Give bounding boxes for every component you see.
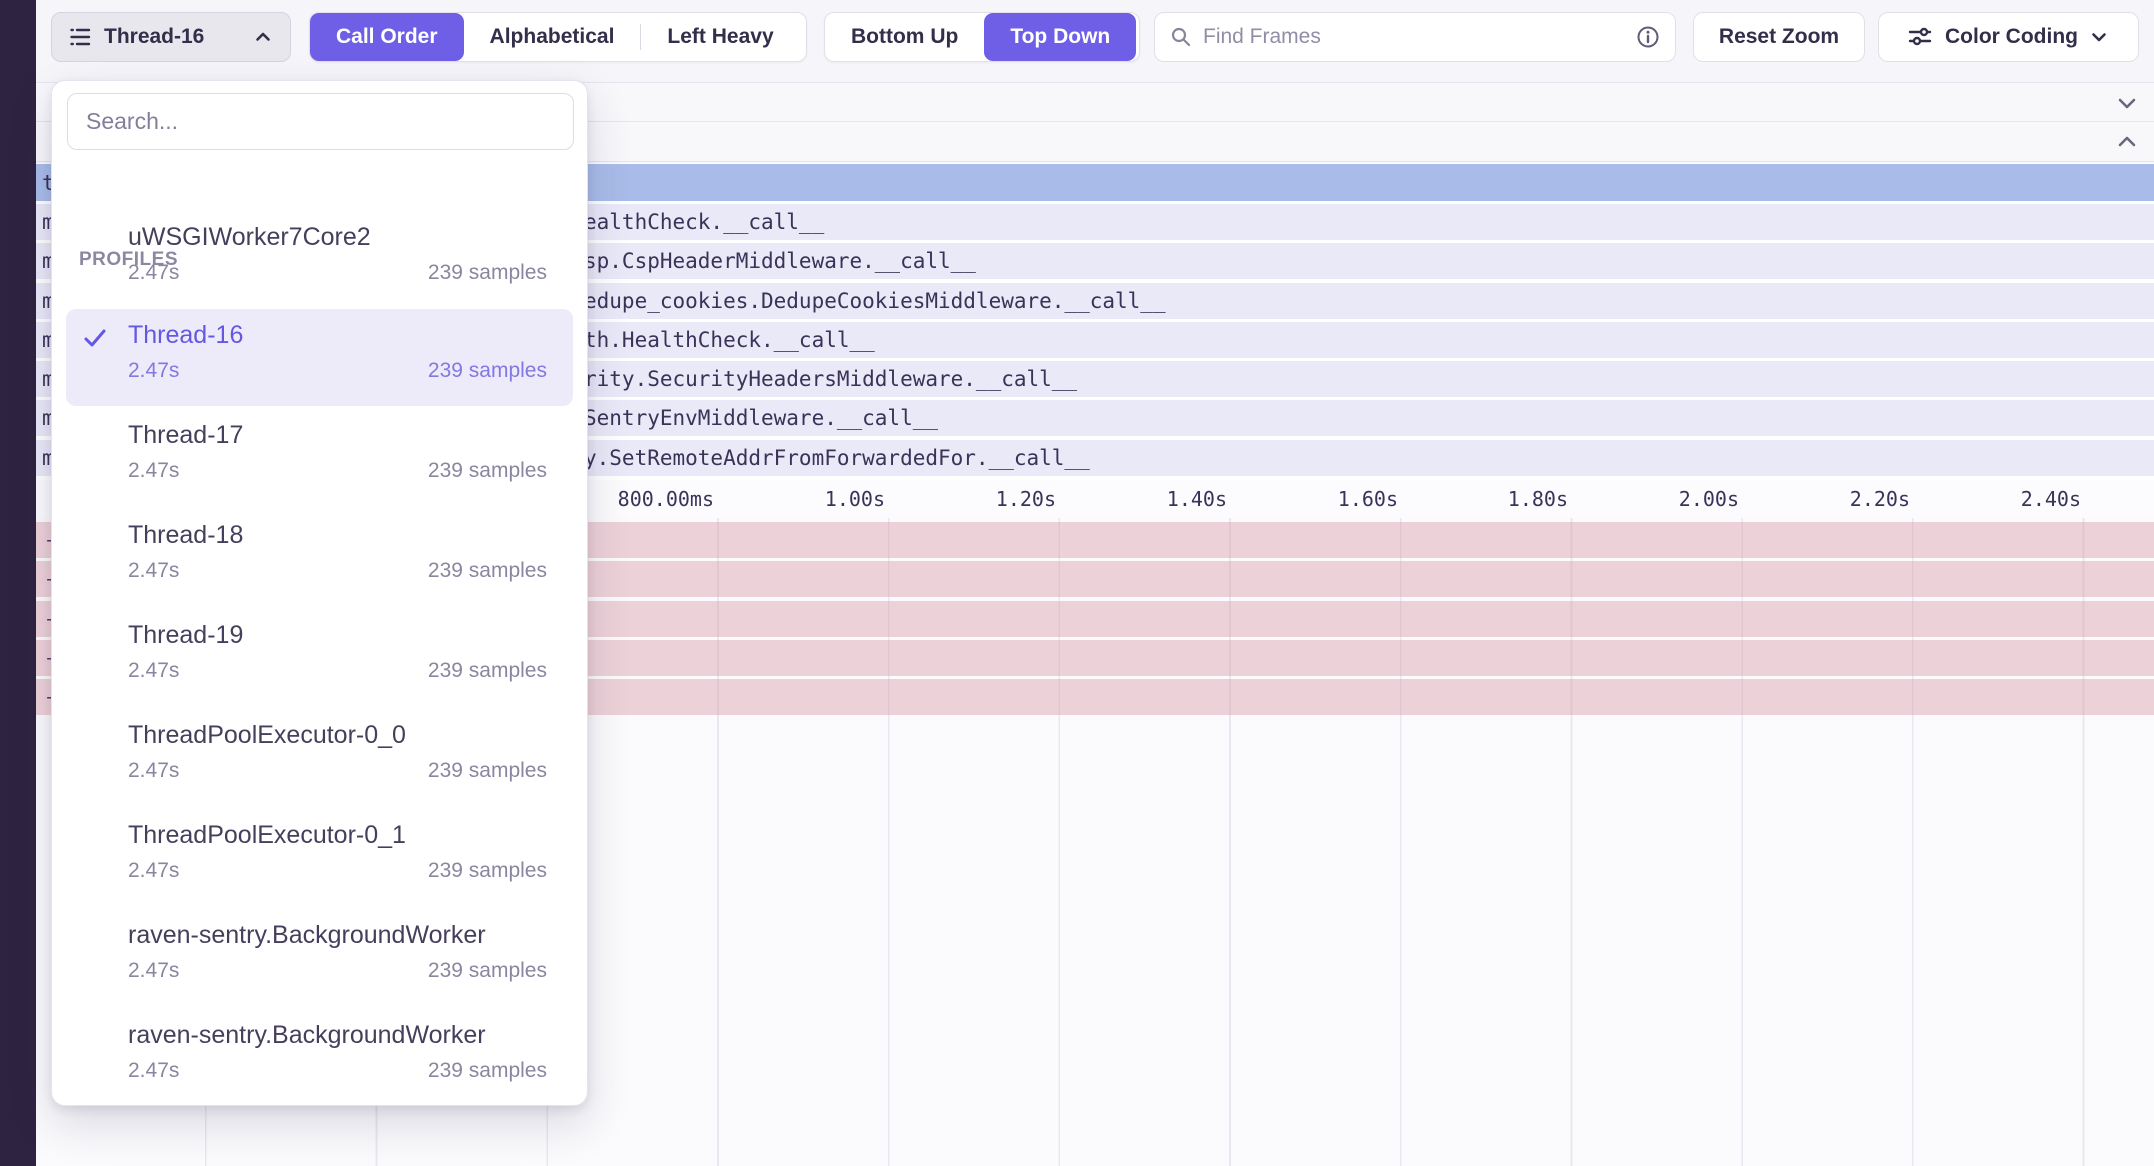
profile-item-threadpoolexecutor-0-1[interactable]: ThreadPoolExecutor-0_1 2.47s 239 samples [66,809,573,906]
profile-samples: 239 samples [428,559,547,583]
sort-alphabetical-button[interactable]: Alphabetical [464,13,641,61]
profile-duration: 2.47s [128,759,179,783]
direction-group: Bottom Up Top Down [824,12,1140,62]
chevron-up-icon [252,26,274,48]
profile-name: Thread-18 [128,521,243,550]
frame-label: th.HealthCheck.__call__ [584,328,875,352]
profile-item-uwsgiworker7core2[interactable]: uWSGIWorker7Core2 2.47s 239 samples [66,211,573,308]
color-coding-label: Color Coding [1945,25,2078,49]
thread-dropdown: PROFILES uWSGIWorker7Core22.47s239 sampl… [51,80,588,1106]
profile-duration: 2.47s [128,959,179,983]
find-frames-box [1154,12,1676,62]
axis-tick: 1.40s [1167,487,1227,511]
find-frames-input[interactable] [1203,25,1635,49]
profile-item-thread-18[interactable]: Thread-18 2.47s 239 samples [66,509,573,606]
direction-top-down-button[interactable]: Top Down [984,13,1136,61]
profile-item-thread-19[interactable]: Thread-19 2.47s 239 samples [66,609,573,706]
profile-name: raven-sentry.BackgroundWorker [128,1021,486,1050]
frame-label: rity.SecurityHeadersMiddleware.__call__ [584,367,1077,391]
profile-name: Thread-19 [128,621,243,650]
axis-tick: 800.00ms [618,487,714,511]
profile-name: ThreadPoolExecutor-0_1 [128,821,406,850]
chevron-down-icon[interactable] [2114,90,2140,116]
profile-duration: 2.47s [128,359,179,383]
sort-left-heavy-button[interactable]: Left Heavy [641,13,799,61]
sort-call-order-button[interactable]: Call Order [310,13,464,61]
axis-tick: 1.60s [1338,487,1398,511]
color-coding-button[interactable]: Color Coding [1878,12,2139,62]
axis-tick: 2.20s [1850,487,1910,511]
profile-samples: 239 samples [428,959,547,983]
profile-item-thread-16[interactable]: Thread-16 2.47s 239 samples [66,309,573,406]
direction-bottom-up-button[interactable]: Bottom Up [825,13,984,61]
profiler-app: tmealthCheck.__call__msp.CspHeaderMiddle… [0,0,2154,1166]
frame-label: edupe_cookies.DedupeCookiesMiddleware.__… [584,289,1166,313]
profile-name: uWSGIWorker7Core2 [128,223,371,252]
profile-item-thread-17[interactable]: Thread-17 2.47s 239 samples [66,409,573,506]
profile-duration: 2.47s [128,1059,179,1083]
axis-tick: 2.00s [1679,487,1739,511]
profile-duration: 2.47s [128,261,179,285]
frame-label: ealthCheck.__call__ [584,210,824,234]
profile-duration: 2.47s [128,659,179,683]
toolbar: Thread-16 Call Order Alphabetical Left H… [36,0,2154,82]
profile-item-raven-sentry-backgroundworker[interactable]: raven-sentry.BackgroundWorker 2.47s 239 sa… [66,1009,573,1106]
sliders-icon [1907,24,1933,50]
search-icon [1169,25,1193,49]
left-rail [0,0,36,1166]
axis-tick: 1.80s [1508,487,1568,511]
chevron-down-icon [2088,26,2110,48]
info-icon[interactable] [1635,24,1661,50]
axis-tick: 1.00s [825,487,885,511]
frame-label: sp.CspHeaderMiddleware.__call__ [584,249,976,273]
chevron-up-icon[interactable] [2114,129,2140,155]
profile-name: ThreadPoolExecutor-0_0 [128,721,406,750]
profile-duration: 2.47s [128,859,179,883]
profile-samples: 239 samples [428,1059,547,1083]
profile-samples: 239 samples [428,659,547,683]
dropdown-search-input[interactable] [67,93,574,150]
profile-duration: 2.47s [128,459,179,483]
frame-label: SentryEnvMiddleware.__call__ [584,406,938,430]
frame-label: y.SetRemoteAddrFromForwardedFor.__call__ [584,446,1090,470]
profile-name: raven-sentry.BackgroundWorker [128,921,486,950]
profile-samples: 239 samples [428,459,547,483]
profile-samples: 239 samples [428,859,547,883]
profile-samples: 239 samples [428,759,547,783]
sort-mode-group: Call Order Alphabetical Left Heavy [309,12,807,62]
thread-selector-button[interactable]: Thread-16 [51,12,291,62]
profile-name: Thread-16 [128,321,243,350]
reset-zoom-button[interactable]: Reset Zoom [1693,12,1865,62]
profile-name: Thread-17 [128,421,243,450]
check-icon [80,323,110,353]
axis-tick: 2.40s [2021,487,2081,511]
thread-selector-label: Thread-16 [104,25,204,49]
profile-item-raven-sentry-backgroundworker[interactable]: raven-sentry.BackgroundWorker 2.47s 239 sa… [66,909,573,1006]
profile-item-threadpoolexecutor-0-0[interactable]: ThreadPoolExecutor-0_0 2.47s 239 samples [66,709,573,806]
profile-samples: 239 samples [428,261,547,285]
list-icon [68,25,92,49]
axis-tick: 1.20s [996,487,1056,511]
profile-duration: 2.47s [128,559,179,583]
profile-samples: 239 samples [428,359,547,383]
